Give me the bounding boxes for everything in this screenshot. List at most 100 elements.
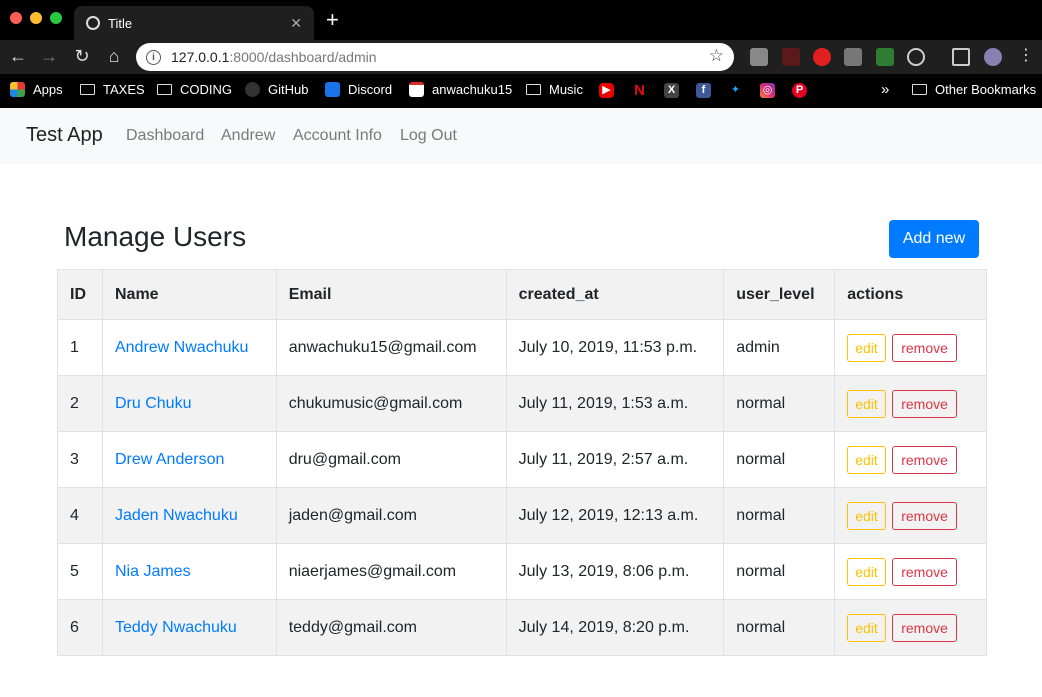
home-icon[interactable]: ⌂ [102, 45, 126, 67]
users-table: ID Name Email created_at user_level acti… [57, 269, 987, 656]
table-row: 2 Dru Chuku chukumusic@gmail.com July 11, 2… [57, 375, 987, 432]
edit-button[interactable]: edit [847, 613, 886, 642]
url-path: :8000/dashboard/admin [229, 49, 377, 65]
youtube-icon[interactable]: ▶ [599, 83, 614, 98]
bookmark-gmail[interactable]: anwachuku15 [409, 82, 512, 97]
reload-icon[interactable]: ↻ [70, 45, 94, 67]
add-new-button[interactable]: Add new [889, 220, 979, 258]
remove-button[interactable]: remove [892, 557, 957, 586]
user-id-cell: 1 [57, 319, 103, 376]
address-bar[interactable]: i 127.0.0.1 :8000/dashboard/admin ☆ [136, 43, 734, 71]
user-name-link[interactable]: Andrew Nwachuku [115, 339, 248, 356]
table-row: 5 Nia James niaerjames@gmail.com July 13, 2… [57, 543, 987, 600]
remove-button[interactable]: remove [892, 445, 957, 474]
profile-avatar[interactable] [984, 48, 1002, 66]
folder-icon [912, 84, 927, 95]
user-name-link[interactable]: Nia James [115, 563, 191, 580]
app-navbar: Test App Dashboard Andrew Account Info L… [0, 108, 1042, 164]
site-info-icon[interactable]: i [146, 49, 161, 65]
bookmark-label: Other Bookmarks [935, 82, 1037, 97]
brand-link[interactable]: Test App [26, 124, 103, 147]
bookmark-folder-taxes[interactable]: TAXES [80, 82, 145, 97]
edit-button[interactable]: edit [847, 445, 886, 474]
pinterest-icon[interactable]: P [792, 83, 807, 98]
bookmark-star-icon[interactable]: ☆ [709, 46, 724, 66]
x-icon[interactable]: X [664, 83, 679, 98]
created-at-cell: July 11, 2019, 1:53 a.m. [505, 375, 725, 432]
bookmark-label: Apps [33, 82, 63, 97]
instagram-icon[interactable]: ◎ [760, 83, 775, 98]
user-name-link[interactable]: Jaden Nwachuku [115, 507, 238, 524]
remove-button[interactable]: remove [892, 501, 957, 530]
table-header-row: ID Name Email created_at user_level acti… [57, 269, 987, 320]
edit-button[interactable]: edit [847, 557, 886, 586]
cast-icon[interactable] [952, 48, 970, 66]
browser-tab[interactable]: Title ✕ [74, 6, 314, 40]
maximize-window-button[interactable] [50, 12, 62, 24]
nav-link-user[interactable]: Andrew [221, 127, 275, 145]
apps-grid-icon [10, 82, 25, 97]
minimize-window-button[interactable] [30, 12, 42, 24]
bookmarks-overflow-button[interactable]: » [881, 81, 889, 98]
facebook-icon[interactable]: f [696, 83, 711, 98]
url-host: 127.0.0.1 [171, 49, 230, 65]
adblock-icon[interactable] [813, 48, 831, 66]
bookmark-folder-coding[interactable]: CODING [157, 82, 232, 97]
column-header: created_at [505, 269, 725, 320]
tab-strip: Title ✕ + [0, 0, 1042, 40]
user-email-cell: teddy@gmail.com [275, 599, 507, 656]
nav-link-logout[interactable]: Log Out [400, 127, 457, 145]
bookmark-folder-music[interactable]: Music [526, 82, 583, 97]
close-tab-icon[interactable]: ✕ [290, 15, 302, 32]
extension-icon[interactable] [750, 48, 768, 66]
user-name-link[interactable]: Drew Anderson [115, 451, 224, 468]
bookmark-apps[interactable]: Apps [10, 82, 63, 97]
user-email-cell: chukumusic@gmail.com [275, 375, 507, 432]
forward-icon[interactable]: → [37, 45, 61, 67]
new-tab-button[interactable]: + [326, 9, 339, 31]
column-header: ID [57, 269, 103, 320]
menu-dots-icon[interactable]: ⋮ [1014, 45, 1038, 67]
netflix-icon[interactable]: N [632, 83, 647, 98]
remove-button[interactable]: remove [892, 333, 957, 362]
user-id-cell: 5 [57, 543, 103, 600]
edit-button[interactable]: edit [847, 389, 886, 418]
created-at-cell: July 11, 2019, 2:57 a.m. [505, 431, 725, 488]
user-name-link[interactable]: Teddy Nwachuku [115, 619, 237, 636]
created-at-cell: July 12, 2019, 12:13 a.m. [505, 487, 725, 544]
user-email-cell: dru@gmail.com [275, 431, 507, 488]
user-name-cell: Jaden Nwachuku [101, 487, 277, 544]
twitter-icon[interactable]: ✦ [728, 83, 743, 98]
user-level-cell: normal [723, 375, 836, 432]
table-row: 4 Jaden Nwachuku jaden@gmail.com July 12, 2… [57, 487, 987, 544]
user-id-cell: 2 [57, 375, 103, 432]
back-icon[interactable]: ← [6, 45, 30, 67]
drive-icon[interactable] [844, 48, 862, 66]
user-name-link[interactable]: Dru Chuku [115, 395, 191, 412]
nav-link-dashboard[interactable]: Dashboard [126, 127, 204, 145]
bookmark-folder-other[interactable]: Other Bookmarks [912, 82, 1036, 97]
bookmark-discord[interactable]: Discord [325, 82, 392, 97]
bookmark-label: Discord [348, 82, 393, 97]
table-body: 1 Andrew Nwachuku anwachuku15@gmail.com Jul… [57, 319, 987, 656]
table-row: 1 Andrew Nwachuku anwachuku15@gmail.com Jul… [57, 319, 987, 376]
user-email-cell: niaerjames@gmail.com [275, 543, 507, 600]
actions-cell: edit remove [834, 319, 987, 376]
bookmark-github[interactable]: GitHub [245, 82, 308, 97]
actions-cell: edit remove [834, 431, 987, 488]
target-icon[interactable] [907, 48, 925, 66]
close-window-button[interactable] [10, 12, 22, 24]
extension-icon[interactable] [782, 48, 800, 66]
column-header: Name [101, 269, 277, 320]
column-header: Email [275, 269, 507, 320]
remove-button[interactable]: remove [892, 613, 957, 642]
edit-button[interactable]: edit [847, 501, 886, 530]
edit-button[interactable]: edit [847, 333, 886, 362]
extension-icon[interactable] [876, 48, 894, 66]
actions-cell: edit remove [834, 599, 987, 656]
remove-button[interactable]: remove [892, 389, 957, 418]
created-at-cell: July 13, 2019, 8:06 p.m. [505, 543, 725, 600]
user-email-cell: anwachuku15@gmail.com [275, 319, 507, 376]
user-id-cell: 4 [57, 487, 103, 544]
nav-link-account-info[interactable]: Account Info [293, 127, 382, 145]
